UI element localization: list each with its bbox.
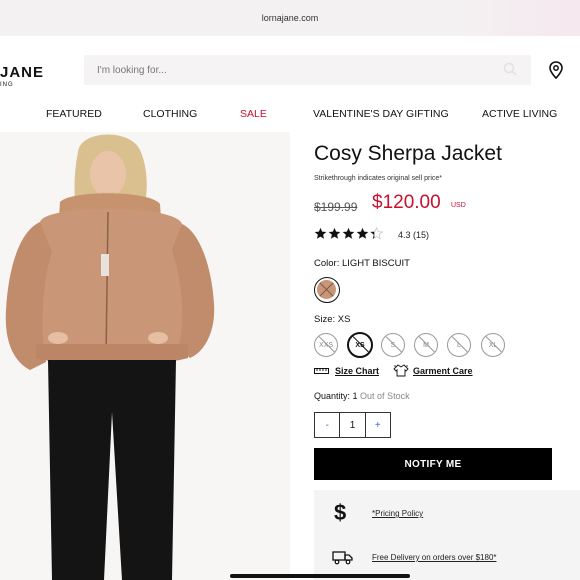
original-price: $199.99 bbox=[314, 200, 358, 214]
delivery-truck-icon bbox=[332, 549, 354, 570]
brand-logo[interactable]: JANE bbox=[0, 64, 44, 81]
size-option-s[interactable]: S bbox=[381, 333, 405, 357]
nav-item-clothing[interactable]: CLOTHING bbox=[143, 108, 197, 120]
info-panel: $ *Pricing Policy Free Delivery on order… bbox=[314, 490, 580, 580]
nav-item-featured[interactable]: FEATURED bbox=[46, 108, 102, 120]
ruler-icon[interactable] bbox=[314, 366, 329, 378]
site-header: JANE ING bbox=[0, 36, 580, 100]
home-indicator bbox=[0, 574, 580, 580]
search-input[interactable] bbox=[84, 55, 531, 85]
svg-text:$: $ bbox=[334, 500, 346, 524]
color-swatch-light-biscuit[interactable] bbox=[314, 277, 340, 303]
star-icon-full bbox=[342, 227, 355, 239]
price-note: Strikethrough indicates original sell pr… bbox=[314, 175, 443, 182]
star-icon-partial bbox=[370, 227, 383, 240]
swatch-fill bbox=[317, 280, 336, 299]
size-option-xxs[interactable]: XXS bbox=[314, 333, 338, 357]
quantity-increase-button[interactable]: + bbox=[366, 413, 390, 437]
stock-status: Out of Stock bbox=[360, 391, 410, 401]
quantity-stepper[interactable]: - 1 + bbox=[314, 412, 391, 438]
nav-item-active-living[interactable]: ACTIVE LIVING bbox=[482, 108, 557, 120]
search-icon[interactable] bbox=[503, 62, 517, 81]
size-option-m[interactable]: M bbox=[414, 333, 438, 357]
url-text[interactable]: lornajane.com bbox=[0, 13, 580, 23]
pricing-policy-link[interactable]: *Pricing Policy bbox=[372, 509, 423, 518]
product-image[interactable] bbox=[0, 132, 290, 580]
quantity-text: Quantity: 1 bbox=[314, 391, 358, 401]
star-icon-full bbox=[328, 227, 341, 239]
swatch-unavailable-cross bbox=[318, 281, 335, 298]
home-indicator-pill[interactable] bbox=[230, 574, 410, 578]
product-title: Cosy Sherpa Jacket bbox=[314, 142, 502, 165]
size-option-xs[interactable]: XS bbox=[347, 332, 373, 358]
free-delivery-link[interactable]: Free Delivery on orders over $180* bbox=[372, 553, 497, 562]
star-icon-full bbox=[314, 227, 327, 239]
brand-logo-subtitle: ING bbox=[0, 82, 14, 88]
quantity-label: Quantity: 1 Out of Stock bbox=[314, 391, 410, 401]
size-chart-link[interactable]: Size Chart bbox=[335, 366, 379, 376]
color-label: Color: LIGHT BISCUIT bbox=[314, 258, 410, 269]
quantity-value[interactable]: 1 bbox=[339, 413, 366, 437]
garment-care-link[interactable]: Garment Care bbox=[413, 366, 473, 376]
size-option-xl[interactable]: XL bbox=[481, 333, 505, 357]
nav-item-sale[interactable]: SALE bbox=[240, 108, 267, 120]
sale-price: $120.00 bbox=[372, 192, 441, 213]
star-icon-full bbox=[356, 227, 369, 239]
nav-item-valentines[interactable]: VALENTINE'S DAY GIFTING bbox=[313, 108, 449, 120]
store-locator-icon[interactable] bbox=[549, 61, 563, 84]
notify-me-button[interactable]: NOTIFY ME bbox=[314, 448, 552, 480]
size-option-l[interactable]: L bbox=[447, 333, 471, 357]
quantity-decrease-button[interactable]: - bbox=[315, 413, 339, 437]
rating-stars[interactable] bbox=[314, 227, 384, 240]
size-label: Size: XS bbox=[314, 314, 351, 325]
search-bar[interactable] bbox=[84, 55, 531, 85]
main-navigation: FEATURED CLOTHING SALE VALENTINE'S DAY G… bbox=[0, 100, 580, 128]
pricing-policy-row: $ *Pricing Policy bbox=[314, 498, 580, 538]
rating-text[interactable]: 4.3 (15) bbox=[398, 230, 429, 240]
product-photo-illustration bbox=[0, 132, 290, 580]
dollar-icon: $ bbox=[332, 500, 348, 529]
browser-address-bar[interactable]: lornajane.com bbox=[0, 0, 580, 36]
garment-care-icon[interactable] bbox=[393, 364, 409, 379]
currency-label: USD bbox=[451, 202, 466, 209]
